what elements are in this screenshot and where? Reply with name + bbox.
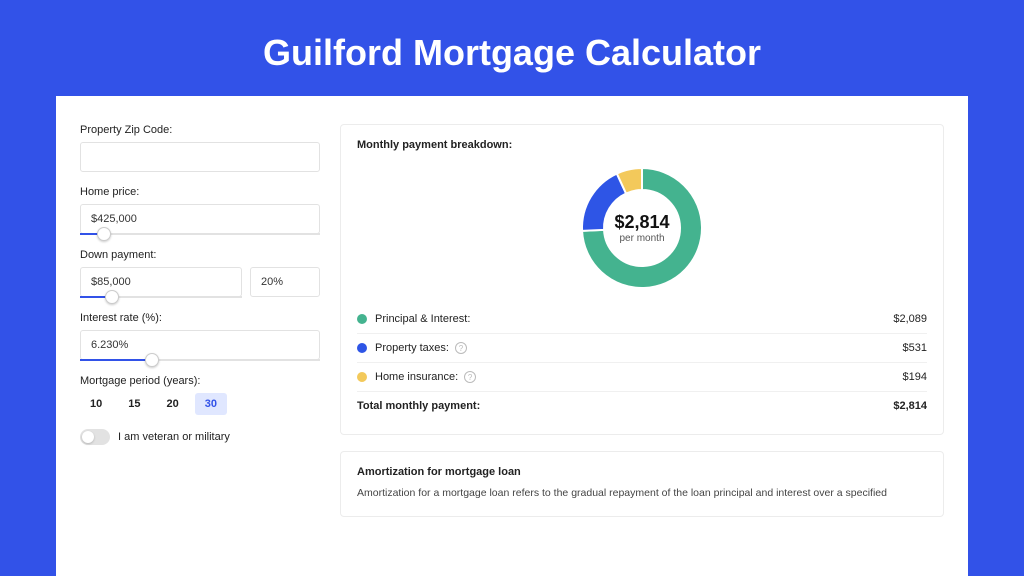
home-price-slider[interactable] <box>80 233 320 235</box>
info-icon[interactable]: ? <box>455 342 467 354</box>
legend-label: Principal & Interest: <box>375 313 470 325</box>
interest-slider[interactable] <box>80 359 320 361</box>
interest-label: Interest rate (%): <box>80 312 320 324</box>
legend-value: $194 <box>903 371 927 383</box>
donut-chart-wrap: $2,814 per month <box>357 159 927 305</box>
down-payment-input[interactable] <box>80 267 242 297</box>
interest-slider-fill <box>80 359 152 361</box>
period-option-15[interactable]: 15 <box>118 393 150 415</box>
legend-label: Home insurance: <box>375 371 458 383</box>
period-option-30[interactable]: 30 <box>195 393 227 415</box>
interest-input[interactable] <box>80 330 320 360</box>
amortization-body: Amortization for a mortgage loan refers … <box>357 486 927 502</box>
home-price-input[interactable] <box>80 204 320 234</box>
breakdown-total-row: Total monthly payment: $2,814 <box>357 391 927 420</box>
breakdown-title: Monthly payment breakdown: <box>357 139 927 151</box>
period-option-10[interactable]: 10 <box>80 393 112 415</box>
period-options: 10 15 20 30 <box>80 393 320 415</box>
home-price-field: Home price: <box>80 186 320 235</box>
veteran-row: I am veteran or military <box>80 429 320 445</box>
down-payment-label: Down payment: <box>80 249 320 261</box>
home-price-label: Home price: <box>80 186 320 198</box>
interest-field: Interest rate (%): <box>80 312 320 361</box>
legend-value: $531 <box>903 342 927 354</box>
period-field: Mortgage period (years): 10 15 20 30 <box>80 375 320 415</box>
amortization-panel: Amortization for mortgage loan Amortizat… <box>340 451 944 517</box>
legend-label: Property taxes: <box>375 342 449 354</box>
donut-center-value: $2,814 <box>614 212 669 233</box>
zip-field: Property Zip Code: <box>80 124 320 172</box>
legend-dot-icon <box>357 314 367 324</box>
info-icon[interactable]: ? <box>464 371 476 383</box>
breakdown-panel: Monthly payment breakdown: $2,814 per mo… <box>340 124 944 435</box>
breakdown-total-label: Total monthly payment: <box>357 400 480 412</box>
down-payment-slider[interactable] <box>80 296 242 298</box>
zip-input[interactable] <box>80 142 320 172</box>
legend-value: $2,089 <box>893 313 927 325</box>
period-label: Mortgage period (years): <box>80 375 320 387</box>
legend-dot-icon <box>357 343 367 353</box>
veteran-toggle-knob <box>82 431 94 443</box>
breakdown-legend-row: Home insurance:? $194 <box>357 362 927 391</box>
donut-center-sub: per month <box>619 233 664 244</box>
down-payment-slider-thumb[interactable] <box>105 290 119 304</box>
period-option-20[interactable]: 20 <box>157 393 189 415</box>
amortization-title: Amortization for mortgage loan <box>357 466 927 478</box>
donut-chart: $2,814 per month <box>577 163 707 293</box>
breakdown-legend: Principal & Interest: $2,089 Property taxe… <box>357 305 927 391</box>
calculator-card: Property Zip Code: Home price: Down paym… <box>56 96 968 576</box>
interest-slider-thumb[interactable] <box>145 353 159 367</box>
zip-label: Property Zip Code: <box>80 124 320 136</box>
veteran-label: I am veteran or military <box>118 431 230 443</box>
veteran-toggle[interactable] <box>80 429 110 445</box>
home-price-slider-thumb[interactable] <box>97 227 111 241</box>
page-title: Guilford Mortgage Calculator <box>56 0 968 96</box>
breakdown-total-value: $2,814 <box>893 400 927 412</box>
results-column: Monthly payment breakdown: $2,814 per mo… <box>340 124 944 548</box>
down-payment-field: Down payment: <box>80 249 320 298</box>
legend-dot-icon <box>357 372 367 382</box>
down-payment-pct-input[interactable] <box>250 267 320 297</box>
inputs-column: Property Zip Code: Home price: Down paym… <box>80 124 320 548</box>
breakdown-legend-row: Principal & Interest: $2,089 <box>357 305 927 333</box>
donut-center: $2,814 per month <box>577 163 707 293</box>
breakdown-legend-row: Property taxes:? $531 <box>357 333 927 362</box>
